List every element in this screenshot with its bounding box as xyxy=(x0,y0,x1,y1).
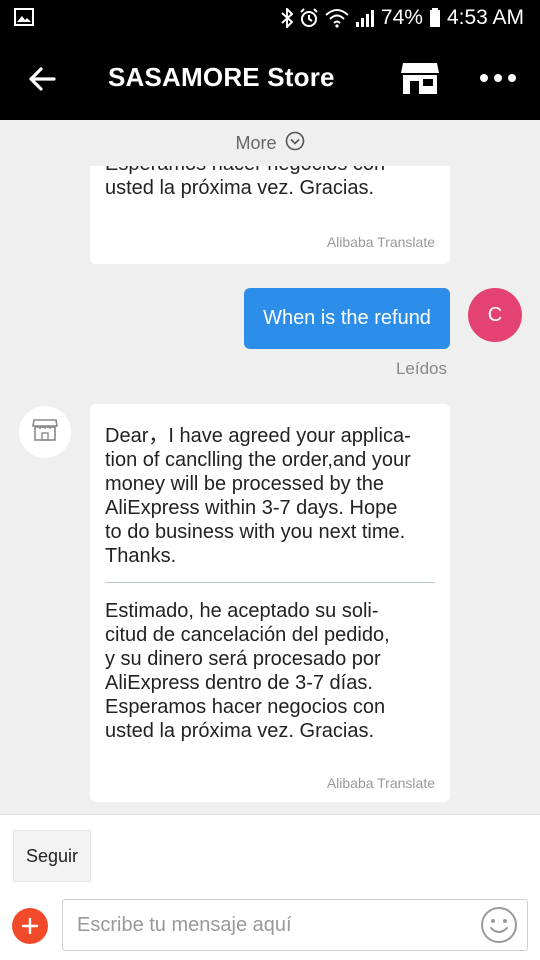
translate-credit: Alibaba Translate xyxy=(326,234,435,250)
compose-panel: Seguir xyxy=(0,814,540,960)
clock: 4:53 AM xyxy=(446,6,524,29)
translate-credit: Alibaba Translate xyxy=(326,775,435,791)
chevron-down-circle-icon xyxy=(285,131,305,156)
message-text: When is the refund xyxy=(263,307,431,329)
bluetooth-icon xyxy=(281,8,293,28)
follow-button[interactable]: Seguir xyxy=(13,830,91,882)
wifi-icon xyxy=(325,8,349,28)
add-attachment-button[interactable] xyxy=(12,908,48,944)
store-title: SASAMORE Store xyxy=(108,62,335,92)
store-icon xyxy=(32,418,58,447)
message-text: Esperamos hacer negocios con usted la pr… xyxy=(105,166,385,199)
message-input[interactable] xyxy=(62,899,528,951)
more-label: More xyxy=(235,132,277,153)
status-bar: 74% 4:53 AM xyxy=(0,0,540,36)
store-avatar[interactable] xyxy=(19,406,71,458)
emoji-icon[interactable] xyxy=(480,906,518,944)
outgoing-message-bubble: When is the refund xyxy=(244,288,450,349)
alarm-icon xyxy=(299,8,319,28)
battery-icon xyxy=(429,8,441,28)
message-text: Dear，I have agreed your applica- tion of… xyxy=(105,425,411,567)
battery-level: 74% xyxy=(380,6,423,29)
incoming-message-bubble: Esperamos hacer negocios con usted la pr… xyxy=(90,166,450,264)
signal-icon xyxy=(355,8,375,28)
image-icon xyxy=(14,8,34,31)
store-icon[interactable] xyxy=(400,60,440,96)
chat-messages[interactable]: Esperamos hacer negocios con usted la pr… xyxy=(0,166,540,814)
avatar-letter: C xyxy=(487,303,503,326)
back-arrow-icon[interactable] xyxy=(26,62,60,96)
message-translation: Estimado, he aceptado su soli- citud de … xyxy=(105,600,390,742)
load-more-bar[interactable]: More xyxy=(0,120,540,166)
app-bar: SASAMORE Store xyxy=(0,36,540,120)
translation-divider xyxy=(105,582,435,583)
plus-icon xyxy=(21,917,39,935)
read-status: Leídos xyxy=(395,359,447,378)
more-dots-icon[interactable] xyxy=(478,66,518,90)
user-avatar[interactable]: C xyxy=(468,288,522,342)
incoming-message-bubble: Dear，I have agreed your applica- tion of… xyxy=(90,404,450,802)
